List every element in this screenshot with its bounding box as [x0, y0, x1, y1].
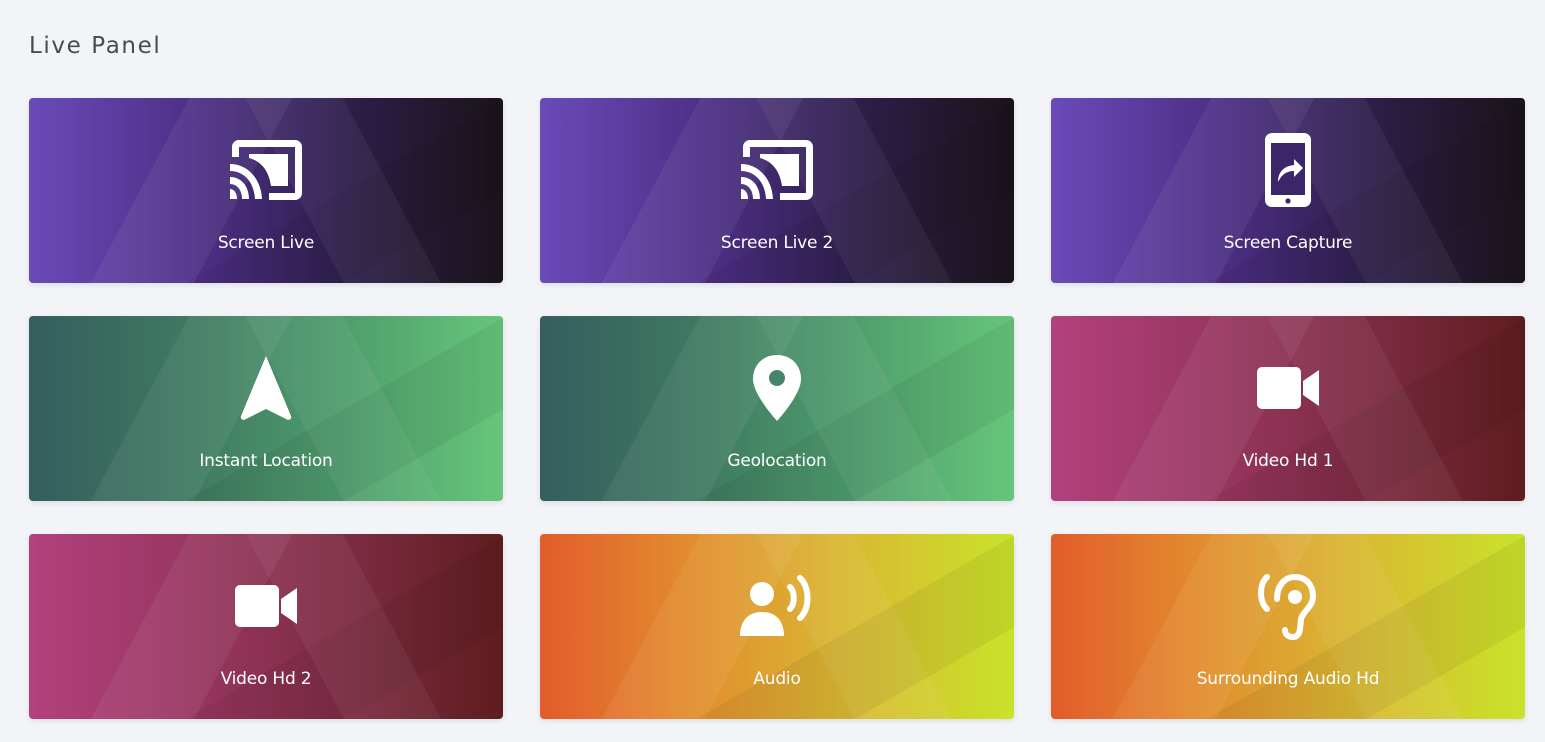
tile-label: Video Hd 1	[1242, 451, 1334, 471]
tile-audio[interactable]: Audio	[540, 534, 1014, 719]
tile-screen-live[interactable]: Screen Live	[29, 98, 503, 283]
live-panel-grid: Screen Live Screen Live 2 Screen Capture	[29, 98, 1526, 719]
tile-label: Audio	[753, 669, 801, 689]
tile-label: Geolocation	[727, 451, 827, 471]
tile-instant-location[interactable]: Instant Location	[29, 316, 503, 501]
page-title: Live Panel	[29, 33, 162, 59]
tile-screen-live-2[interactable]: Screen Live 2	[540, 98, 1014, 283]
tile-geolocation[interactable]: Geolocation	[540, 316, 1014, 501]
map-pin-icon	[735, 346, 819, 430]
navigation-arrow-icon	[224, 346, 308, 430]
person-speaking-icon	[735, 564, 819, 648]
video-camera-icon	[1246, 346, 1330, 430]
tile-label: Screen Live 2	[720, 233, 834, 253]
tile-screen-capture[interactable]: Screen Capture	[1051, 98, 1525, 283]
cast-icon	[735, 128, 819, 212]
ear-listening-icon	[1246, 564, 1330, 648]
video-camera-icon	[224, 564, 308, 648]
tile-label: Surrounding Audio Hd	[1196, 669, 1380, 689]
tile-label: Instant Location	[199, 451, 333, 471]
tile-surrounding-audio-hd[interactable]: Surrounding Audio Hd	[1051, 534, 1525, 719]
tile-label: Screen Live	[217, 233, 315, 253]
tile-label: Video Hd 2	[220, 669, 312, 689]
cast-icon	[224, 128, 308, 212]
phone-share-icon	[1246, 128, 1330, 212]
tile-video-hd-1[interactable]: Video Hd 1	[1051, 316, 1525, 501]
tile-video-hd-2[interactable]: Video Hd 2	[29, 534, 503, 719]
tile-label: Screen Capture	[1223, 233, 1353, 253]
